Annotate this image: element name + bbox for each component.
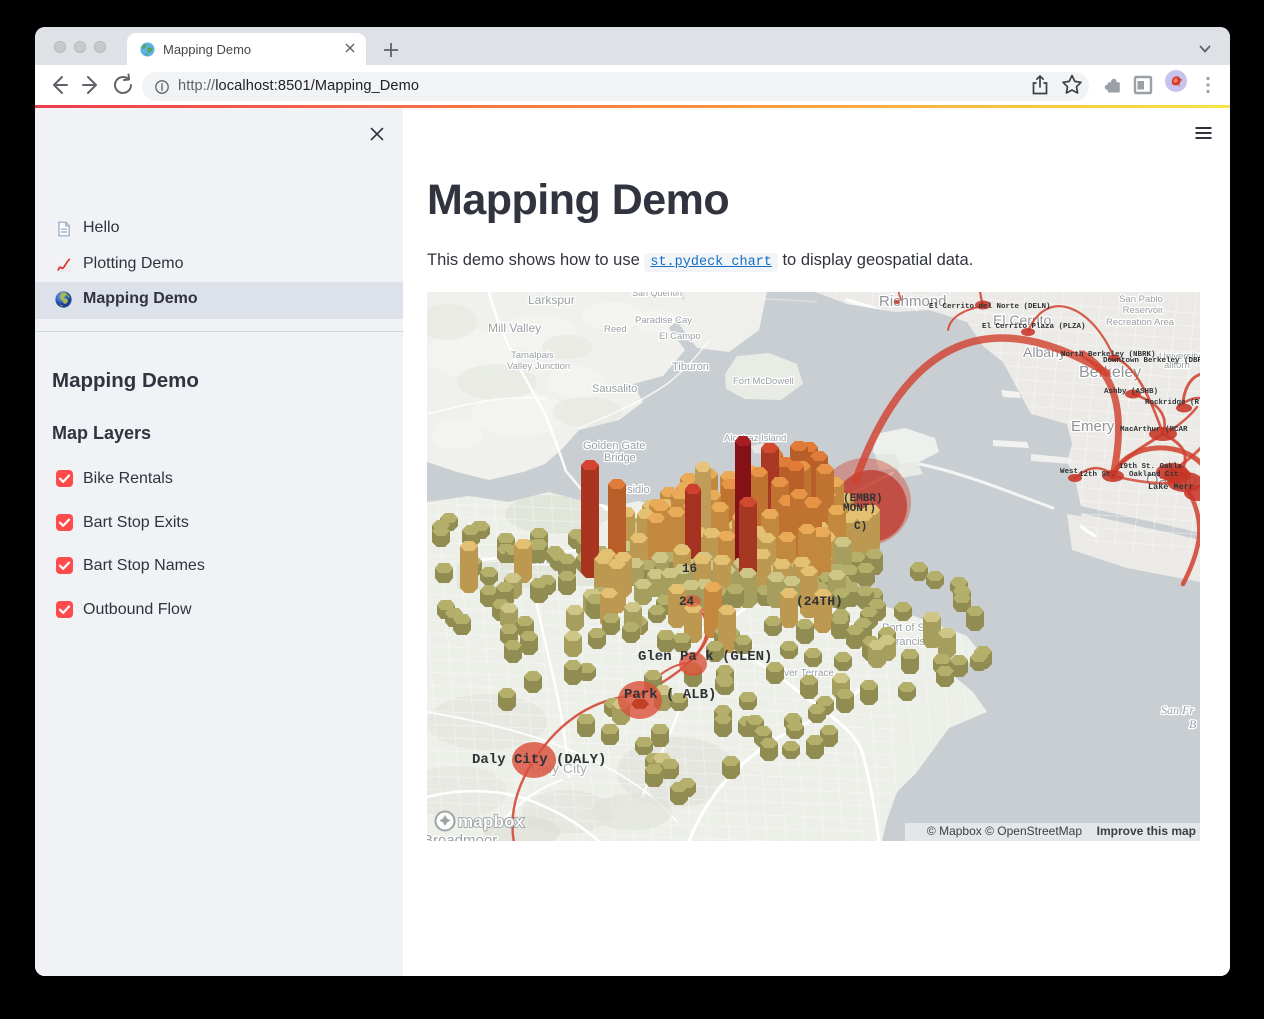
svg-text:Rockridge (R: Rockridge (R [1145, 399, 1200, 407]
svg-text:16: 16 [682, 562, 697, 576]
svg-text:Downtown Berkeley (DBRK): Downtown Berkeley (DBRK) [1103, 357, 1200, 365]
svg-text:El Cerrito del Norte (DELN): El Cerrito del Norte (DELN) [929, 303, 1051, 311]
svg-text:El Cerrito Plaza (PLZA): El Cerrito Plaza (PLZA) [982, 323, 1086, 331]
svg-text:Glen Pa k (GLEN): Glen Pa k (GLEN) [638, 649, 772, 665]
svg-text:Alcatraz Island: Alcatraz Island [724, 433, 786, 444]
svg-text:Park ( ALB): Park ( ALB) [624, 687, 716, 703]
svg-text:Broadmoor: Broadmoor [427, 832, 497, 841]
svg-text:Paradise Cay: Paradise Cay [635, 315, 692, 326]
svg-text:Ashby (ASHB): Ashby (ASHB) [1104, 388, 1158, 396]
svg-text:MacArthur (MCAR: MacArthur (MCAR [1120, 426, 1188, 434]
svg-text:Daly City (DALY): Daly City (DALY) [472, 752, 606, 768]
svg-text:Fort McDowell: Fort McDowell [733, 376, 794, 387]
svg-text:Tiburon: Tiburon [672, 361, 709, 373]
svg-text:Oakland Cit: Oakland Cit [1129, 471, 1179, 479]
svg-text:MONT): MONT) [843, 503, 876, 515]
svg-text:San Quentin: San Quentin [632, 292, 682, 298]
svg-text:24: 24 [679, 595, 695, 609]
svg-text:El Campo: El Campo [659, 331, 701, 342]
svg-text:(24TH): (24TH) [796, 594, 843, 609]
svg-text:C): C) [854, 521, 867, 533]
svg-text:San Fr: San Fr [1161, 703, 1194, 717]
svg-text:Reservoir: Reservoir [1123, 305, 1164, 316]
svg-text:mapbox: mapbox [458, 812, 525, 831]
svg-text:Tamalpais: Tamalpais [511, 350, 554, 361]
svg-text:Improve this map: Improve this map [1097, 824, 1196, 838]
svg-text:12th St.: 12th St. [1079, 471, 1115, 479]
svg-text:Emery: Emery [1071, 418, 1115, 435]
svg-text:Golden Gate: Golden Gate [583, 440, 645, 452]
svg-text:19th St. Oakla: 19th St. Oakla [1119, 463, 1183, 471]
svg-text:B: B [1189, 717, 1197, 731]
svg-text:Valley Junction: Valley Junction [507, 361, 570, 372]
svg-text:Sausalito: Sausalito [592, 383, 637, 395]
svg-text:© Mapbox © OpenStreetMap: © Mapbox © OpenStreetMap [927, 824, 1082, 838]
svg-text:Mill Valley: Mill Valley [488, 321, 541, 335]
svg-text:San Pablo: San Pablo [1119, 294, 1163, 305]
svg-text:West: West [1060, 468, 1078, 476]
svg-text:Reed: Reed [604, 324, 627, 335]
svg-text:Larkspur: Larkspur [528, 293, 575, 307]
svg-text:Bridge: Bridge [604, 452, 636, 464]
svg-text:Recreation Area: Recreation Area [1106, 317, 1175, 328]
svg-text:Lake Merr: Lake Merr [1148, 482, 1194, 492]
